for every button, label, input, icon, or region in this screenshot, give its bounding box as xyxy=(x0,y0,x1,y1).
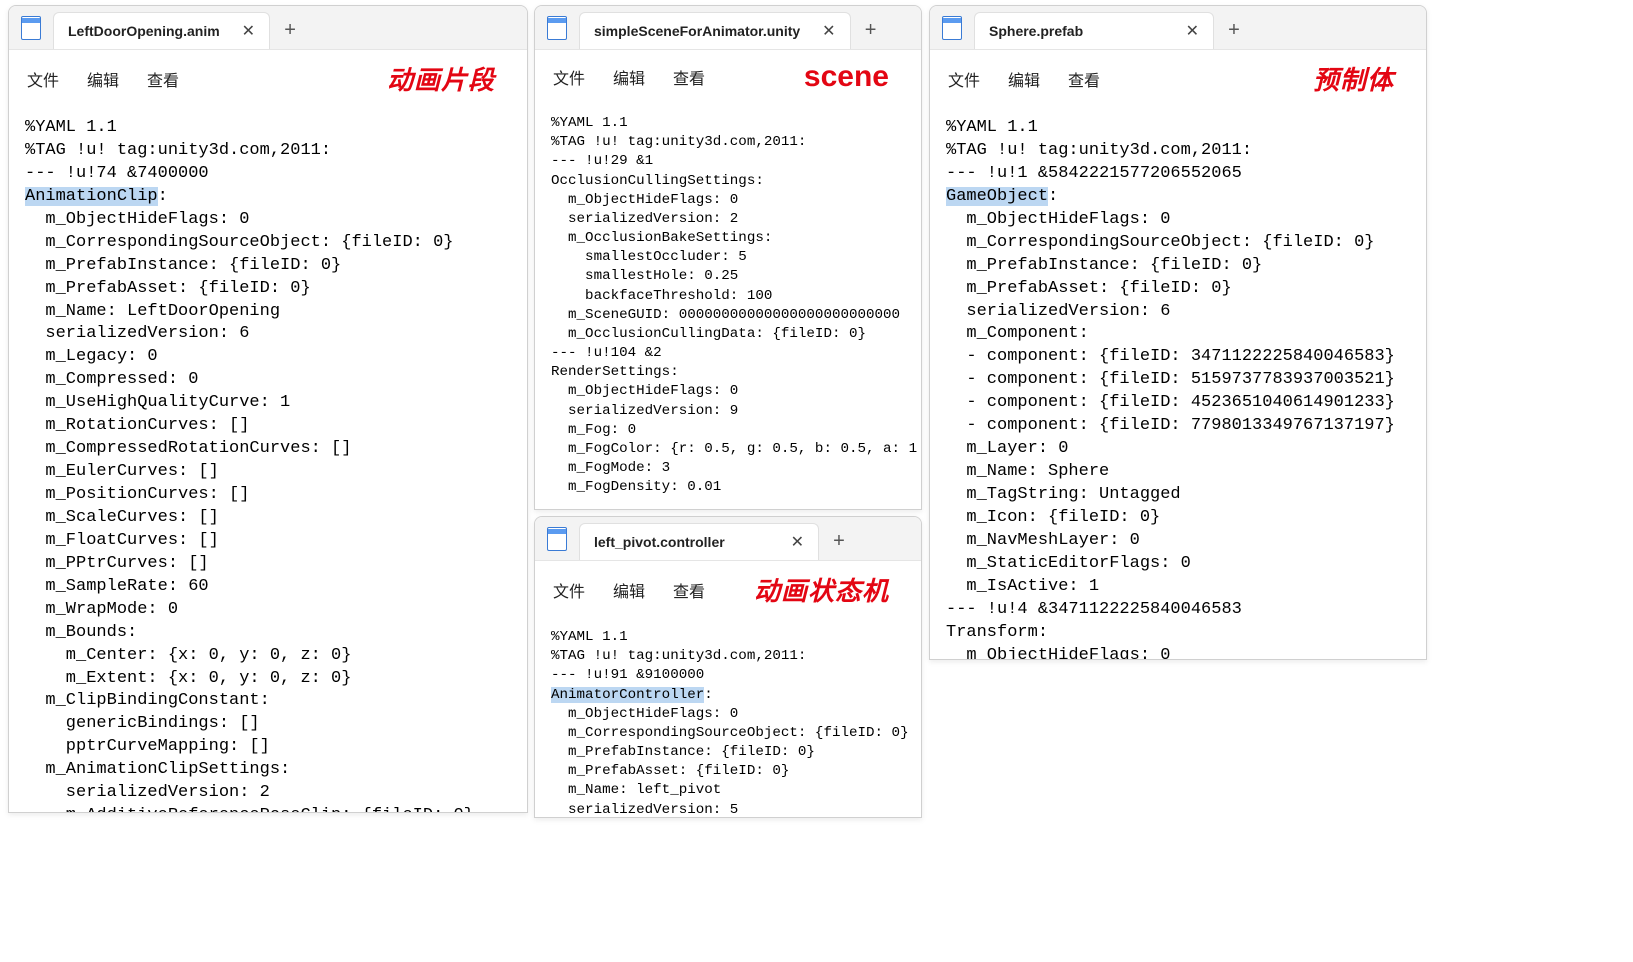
new-tab-button[interactable]: + xyxy=(270,12,310,49)
menu-file[interactable]: 文件 xyxy=(553,578,585,602)
menu-file[interactable]: 文件 xyxy=(27,67,59,91)
titlebar: Sphere.prefab ✕ + xyxy=(930,6,1426,50)
menu-edit[interactable]: 编辑 xyxy=(613,65,645,89)
notepad-app-icon xyxy=(535,6,579,49)
file-tab[interactable]: left_pivot.controller ✕ xyxy=(579,523,819,560)
close-icon[interactable]: ✕ xyxy=(818,21,839,41)
notepad-app-icon xyxy=(930,6,974,49)
menubar: 文件 编辑 查看 动画状态机 xyxy=(535,561,921,618)
file-tab[interactable]: Sphere.prefab ✕ xyxy=(974,12,1214,49)
notepad-window-controller: left_pivot.controller ✕ + 文件 编辑 查看 动画状态机… xyxy=(534,516,922,818)
menu-edit[interactable]: 编辑 xyxy=(613,578,645,602)
menu-view[interactable]: 查看 xyxy=(147,67,179,91)
yaml-pre: %YAML 1.1 %TAG !u! tag:unity3d.com,2011:… xyxy=(551,629,806,683)
yaml-post: : m_ObjectHideFlags: 0 m_CorrespondingSo… xyxy=(551,687,909,817)
yaml-body: %YAML 1.1 %TAG !u! tag:unity3d.com,2011:… xyxy=(551,115,917,495)
menu-view[interactable]: 查看 xyxy=(673,578,705,602)
tab-title: left_pivot.controller xyxy=(594,534,769,550)
menu-file[interactable]: 文件 xyxy=(553,65,585,89)
file-tab[interactable]: simpleSceneForAnimator.unity ✕ xyxy=(579,12,851,49)
text-content[interactable]: %YAML 1.1 %TAG !u! tag:unity3d.com,2011:… xyxy=(9,107,527,812)
menu-view[interactable]: 查看 xyxy=(673,65,705,89)
yaml-highlight: GameObject xyxy=(946,187,1048,206)
menubar: 文件 编辑 查看 动画片段 xyxy=(9,50,527,107)
yaml-pre: %YAML 1.1 %TAG !u! tag:unity3d.com,2011:… xyxy=(25,118,331,183)
menubar: 文件 编辑 查看 scene xyxy=(535,50,921,104)
menu-edit[interactable]: 编辑 xyxy=(87,67,119,91)
notepad-app-icon xyxy=(535,517,579,560)
menubar: 文件 编辑 查看 预制体 xyxy=(930,50,1426,107)
text-content[interactable]: %YAML 1.1 %TAG !u! tag:unity3d.com,2011:… xyxy=(535,618,921,817)
notepad-app-icon xyxy=(9,6,53,49)
new-tab-button[interactable]: + xyxy=(819,523,859,560)
titlebar: simpleSceneForAnimator.unity ✕ + xyxy=(535,6,921,50)
text-content[interactable]: %YAML 1.1 %TAG !u! tag:unity3d.com,2011:… xyxy=(535,104,921,509)
notepad-window-prefab: Sphere.prefab ✕ + 文件 编辑 查看 预制体 %YAML 1.1… xyxy=(929,5,1427,660)
titlebar: LeftDoorOpening.anim ✕ + xyxy=(9,6,527,50)
annotation-label: 预制体 xyxy=(1313,60,1394,97)
new-tab-button[interactable]: + xyxy=(1214,12,1254,49)
yaml-highlight: AnimationClip xyxy=(25,187,158,206)
annotation-label: 动画片段 xyxy=(387,60,495,97)
annotation-label: 动画状态机 xyxy=(754,571,889,608)
close-icon[interactable]: ✕ xyxy=(238,21,259,41)
titlebar: left_pivot.controller ✕ + xyxy=(535,517,921,561)
notepad-window-anim: LeftDoorOpening.anim ✕ + 文件 编辑 查看 动画片段 %… xyxy=(8,5,528,813)
yaml-post: : m_ObjectHideFlags: 0 m_CorrespondingSo… xyxy=(25,187,474,812)
annotation-label: scene xyxy=(804,60,889,94)
new-tab-button[interactable]: + xyxy=(851,12,891,49)
notepad-window-scene: simpleSceneForAnimator.unity ✕ + 文件 编辑 查… xyxy=(534,5,922,510)
yaml-pre: %YAML 1.1 %TAG !u! tag:unity3d.com,2011:… xyxy=(946,118,1252,183)
menu-view[interactable]: 查看 xyxy=(1068,67,1100,91)
tab-title: simpleSceneForAnimator.unity xyxy=(594,23,800,39)
tab-title: LeftDoorOpening.anim xyxy=(68,23,220,39)
yaml-post: : m_ObjectHideFlags: 0 m_CorrespondingSo… xyxy=(946,187,1395,659)
tab-title: Sphere.prefab xyxy=(989,23,1164,39)
yaml-highlight: AnimatorController xyxy=(551,687,704,703)
close-icon[interactable]: ✕ xyxy=(1182,21,1203,41)
text-content[interactable]: %YAML 1.1 %TAG !u! tag:unity3d.com,2011:… xyxy=(930,107,1426,659)
close-icon[interactable]: ✕ xyxy=(787,532,808,552)
menu-file[interactable]: 文件 xyxy=(948,67,980,91)
file-tab[interactable]: LeftDoorOpening.anim ✕ xyxy=(53,12,270,49)
menu-edit[interactable]: 编辑 xyxy=(1008,67,1040,91)
